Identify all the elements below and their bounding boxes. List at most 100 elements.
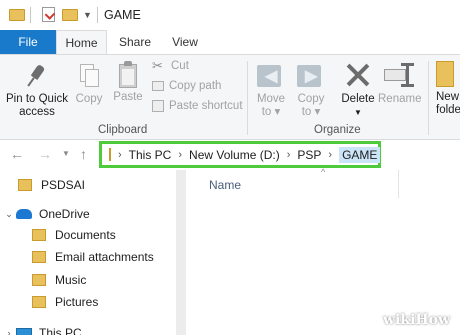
recent-locations-icon[interactable]: ▼ — [62, 149, 70, 158]
nav-item-psdsai[interactable]: PSDSAI — [18, 174, 85, 196]
rename-button[interactable]: Rename — [378, 61, 422, 106]
nav-item-this-pc[interactable]: › This PC — [2, 322, 82, 335]
folder-icon — [18, 179, 32, 191]
folder-icon — [32, 251, 46, 263]
copy-icon — [78, 63, 100, 89]
window-title: GAME — [104, 8, 141, 22]
nav-item-label: PSDSAI — [41, 178, 86, 192]
computer-icon — [16, 327, 32, 335]
breadcrumb-new-volume[interactable]: New Volume (D:) — [189, 148, 280, 162]
copy-path-icon — [152, 81, 164, 91]
nav-item-music[interactable]: Music — [32, 269, 86, 291]
pin-label-line2: access — [19, 106, 55, 118]
navigation-pane: PSDSAI ⌄ OneDrive Documents Email attach… — [0, 170, 176, 335]
paste-label: Paste — [113, 91, 143, 103]
move-to-label-1: Move — [256, 93, 286, 105]
copy-button[interactable]: Copy — [72, 63, 106, 106]
paste-shortcut-button[interactable]: Paste shortcut — [152, 100, 243, 112]
tab-view[interactable]: View — [163, 30, 207, 54]
breadcrumb-game[interactable]: GAME — [339, 146, 381, 163]
copy-path-label: Copy path — [169, 80, 222, 92]
chevron-down-icon[interactable]: ⌄ — [2, 209, 16, 220]
pane-splitter[interactable] — [176, 170, 186, 335]
address-bar[interactable]: › This PC › New Volume (D:) › PSP › GAME — [99, 141, 381, 168]
paste-shortcut-icon — [152, 100, 164, 112]
cloud-icon — [16, 209, 32, 219]
separator — [30, 7, 31, 23]
nav-item-label: Email attachments — [55, 250, 154, 264]
new-folder-button[interactable]: New folde — [436, 61, 460, 117]
chevron-right-icon[interactable]: › — [328, 149, 332, 161]
tab-home[interactable]: Home — [56, 30, 107, 54]
folder-icon — [32, 296, 46, 308]
separator — [97, 7, 98, 23]
nav-item-label: OneDrive — [39, 207, 90, 221]
scissors-icon: ✂ — [152, 58, 163, 73]
watermark: wikiHow — [383, 312, 451, 328]
paste-shortcut-label: Paste shortcut — [169, 100, 243, 112]
folder-icon — [9, 9, 25, 21]
file-list: ^ Name — [186, 167, 460, 335]
nav-item-label: Documents — [55, 228, 116, 242]
new-folder-icon[interactable] — [62, 9, 78, 21]
back-arrow-icon[interactable]: ← — [10, 146, 24, 162]
move-to-icon: ◀ — [257, 61, 285, 89]
nav-item-documents[interactable]: Documents — [32, 224, 116, 246]
breadcrumb-psp[interactable]: PSP — [297, 148, 321, 162]
rename-icon — [384, 61, 414, 89]
delete-label: Delete — [341, 93, 375, 105]
nav-item-label: This PC — [39, 326, 82, 335]
tab-share[interactable]: Share — [112, 30, 158, 54]
copy-to-label-2: to ▾ — [301, 106, 321, 118]
copy-to-label-1: Copy — [297, 93, 325, 105]
properties-icon[interactable] — [42, 7, 55, 22]
clipboard-icon — [116, 61, 140, 89]
clipboard-group-label: Clipboard — [98, 124, 148, 136]
chevron-right-icon[interactable]: › — [178, 149, 182, 161]
pin-icon — [25, 63, 49, 89]
rename-label: Rename — [378, 93, 422, 105]
new-folder-label-1: New — [436, 91, 460, 103]
copy-to-icon: ▶ — [297, 61, 325, 89]
group-separator — [428, 61, 429, 135]
chevron-right-icon[interactable]: › — [2, 328, 16, 335]
nav-item-label: Music — [55, 273, 87, 287]
column-separator[interactable] — [398, 170, 399, 198]
ribbon-tabs: File Home Share View — [0, 30, 460, 54]
move-to-label-2: to ▾ — [261, 106, 281, 118]
copy-path-button[interactable]: Copy path — [152, 80, 221, 92]
delete-button[interactable]: Delete ▼ — [338, 61, 378, 119]
chevron-down-icon: ▼ — [354, 108, 362, 117]
chevron-down-icon[interactable]: ▼ — [83, 10, 92, 20]
folder-icon — [32, 229, 46, 241]
paste-button[interactable]: Paste — [110, 61, 146, 104]
pin-label-line1: Pin to Quick — [6, 93, 68, 105]
forward-arrow-icon[interactable]: → — [38, 146, 52, 162]
nav-item-pictures[interactable]: Pictures — [32, 291, 98, 313]
organize-group-label: Organize — [314, 124, 361, 136]
cut-label: Cut — [171, 60, 189, 72]
delete-icon — [344, 61, 372, 89]
copy-to-button[interactable]: ▶ Copy to ▾ — [292, 61, 330, 119]
up-arrow-icon[interactable]: ↑ — [80, 146, 87, 162]
folder-icon — [32, 274, 46, 286]
new-folder-label-2: folde — [436, 104, 460, 116]
column-header-name[interactable]: Name — [209, 178, 241, 192]
group-separator — [247, 61, 248, 135]
copy-label: Copy — [75, 93, 103, 105]
new-folder-icon — [436, 61, 454, 87]
breadcrumb-this-pc[interactable]: This PC — [129, 148, 172, 162]
sort-arrow-icon: ^ — [321, 167, 326, 177]
pin-to-quick-access-button[interactable]: Pin to Quick access — [4, 63, 70, 119]
nav-item-label: Pictures — [55, 295, 99, 309]
tab-file[interactable]: File — [0, 30, 56, 54]
title-bar: ▼ GAME — [0, 0, 460, 30]
ribbon: Pin to Quick access Copy Paste ✂ Cut Cop… — [0, 54, 460, 140]
nav-item-email-attachments[interactable]: Email attachments — [32, 246, 154, 268]
chevron-right-icon: › — [118, 148, 122, 161]
move-to-button[interactable]: ◀ Move to ▾ — [252, 61, 290, 119]
cut-button[interactable]: ✂ Cut — [152, 59, 189, 73]
nav-item-onedrive[interactable]: ⌄ OneDrive — [2, 203, 90, 225]
chevron-right-icon[interactable]: › — [287, 149, 291, 161]
folder-icon — [109, 148, 111, 161]
